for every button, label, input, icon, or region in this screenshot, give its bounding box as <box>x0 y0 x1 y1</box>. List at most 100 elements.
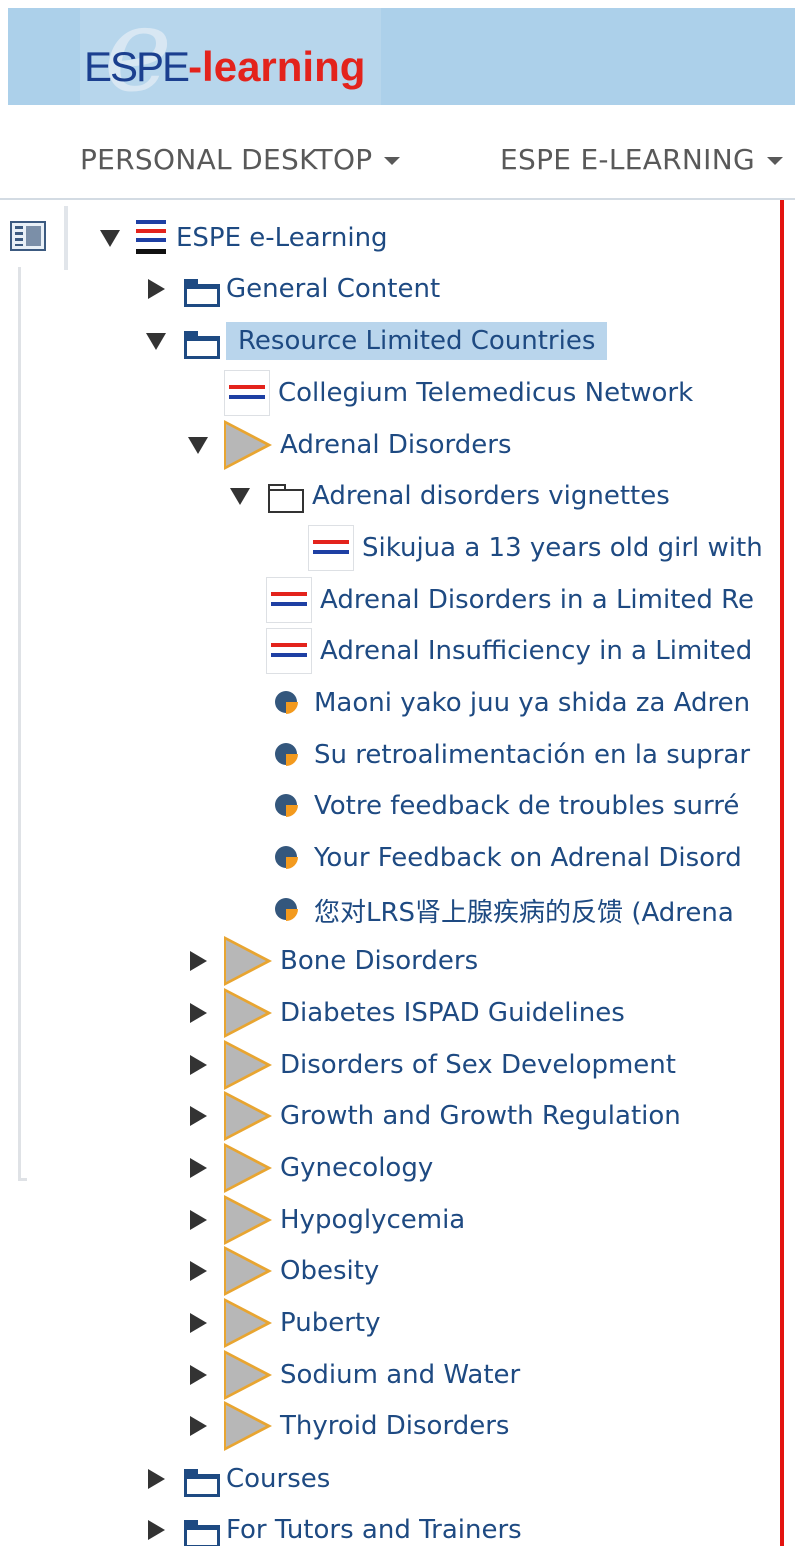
tree-node-label[interactable]: Adrenal disorders vignettes <box>312 481 670 511</box>
tree-node-label[interactable]: Bone Disorders <box>280 946 478 976</box>
tree-node-label[interactable]: Sikujua a 13 years old girl with <box>362 533 763 563</box>
tree-node-puberty[interactable]: Puberty <box>184 1297 380 1349</box>
expand-toggle-icon[interactable] <box>184 1154 212 1182</box>
header-banner: e ESPE-learning <box>8 0 795 109</box>
tree-node-adrenal-vignettes[interactable]: Adrenal disorders vignettes <box>226 470 670 522</box>
expand-toggle-icon[interactable] <box>184 1361 212 1389</box>
tree-node-label-selected[interactable]: Resource Limited Countries <box>226 322 608 360</box>
tree-node-hypoglycemia[interactable]: Hypoglycemia <box>184 1194 465 1246</box>
tree-node-label[interactable]: Votre feedback de troubles surré <box>314 791 739 821</box>
tree-node-label[interactable]: Your Feedback on Adrenal Disord <box>314 843 742 873</box>
tree-node-obesity[interactable]: Obesity <box>184 1245 379 1297</box>
category-triangle-icon <box>224 1040 272 1090</box>
collapse-toggle-icon[interactable] <box>96 224 124 252</box>
nav-personal-desktop-label: PERSONAL DESKTOP <box>80 143 373 176</box>
tree-node-label[interactable]: ESPE e-Learning <box>176 223 388 253</box>
expand-toggle-icon[interactable] <box>142 275 170 303</box>
tree-node-survey-english[interactable]: Your Feedback on Adrenal Disord <box>226 832 742 884</box>
category-triangle-icon <box>224 936 272 986</box>
tree-node-gynecology[interactable]: Gynecology <box>184 1142 433 1194</box>
logo-wordmark: ESPE-learning <box>84 42 365 92</box>
tree-node-label[interactable]: Sodium and Water <box>280 1360 520 1390</box>
category-triangle-icon <box>224 420 272 470</box>
tree-node-label[interactable]: For Tutors and Trainers <box>226 1515 522 1545</box>
category-triangle-icon <box>224 1350 272 1400</box>
tree-node-label[interactable]: Thyroid Disorders <box>280 1411 509 1441</box>
expand-toggle-icon[interactable] <box>184 1412 212 1440</box>
tree-node-label[interactable]: Adrenal Disorders in a Limited Re <box>320 585 754 615</box>
course-flag-icon <box>136 218 168 258</box>
tree-node-label[interactable]: Adrenal Insufficiency in a Limited <box>320 636 752 666</box>
folder-icon <box>182 1467 220 1497</box>
tree-node-survey-swahili[interactable]: Maoni yako juu ya shida za Adren <box>226 677 750 729</box>
collapse-toggle-icon[interactable] <box>142 327 170 355</box>
content-edge-marker <box>780 200 784 1546</box>
tree-node-label[interactable]: Courses <box>226 1464 330 1494</box>
tree-node-sex-development[interactable]: Disorders of Sex Development <box>184 1039 676 1091</box>
tree-node-label[interactable]: Su retroalimentación en la suprar <box>314 740 750 770</box>
folder-icon <box>182 329 220 359</box>
collapse-toggle-icon[interactable] <box>184 431 212 459</box>
tree-node-growth[interactable]: Growth and Growth Regulation <box>184 1090 681 1142</box>
tree-node-collegium-telemedicus[interactable]: Collegium Telemedicus Network <box>184 367 693 419</box>
survey-pie-icon <box>274 690 300 716</box>
tree-node-sikujua[interactable]: Sikujua a 13 years old girl with <box>268 522 763 574</box>
expand-toggle-icon[interactable] <box>184 1206 212 1234</box>
expand-toggle-icon[interactable] <box>184 999 212 1027</box>
logo-suffix: -learning <box>188 43 366 90</box>
tree-node-label[interactable]: General Content <box>226 274 440 304</box>
top-navigation: PERSONAL DESKTOP ESPE E-LEARNING <box>0 105 795 200</box>
nav-personal-desktop[interactable]: PERSONAL DESKTOP <box>80 143 401 176</box>
tree-node-label[interactable]: 您对LRS肾上腺疾病的反馈 (Adrena <box>314 892 734 929</box>
tree-node-survey-chinese[interactable]: 您对LRS肾上腺疾病的反馈 (Adrena <box>226 884 734 936</box>
tree-node-label[interactable]: Gynecology <box>280 1153 433 1183</box>
expand-toggle-icon[interactable] <box>184 947 212 975</box>
survey-pie-icon <box>274 742 300 768</box>
expand-toggle-icon[interactable] <box>184 1051 212 1079</box>
tree-node-label[interactable]: Disorders of Sex Development <box>280 1050 676 1080</box>
tree-node-label[interactable]: Diabetes ISPAD Guidelines <box>280 998 625 1028</box>
course-tree: ESPE e-Learning General Content Resource… <box>0 206 780 1546</box>
tree-node-label[interactable]: Obesity <box>280 1256 379 1286</box>
category-triangle-icon <box>224 988 272 1038</box>
tree-node-thyroid[interactable]: Thyroid Disorders <box>184 1400 509 1452</box>
tree-node-tutors-trainers[interactable]: For Tutors and Trainers <box>142 1504 522 1546</box>
tree-node-survey-french[interactable]: Votre feedback de troubles surré <box>226 780 739 832</box>
tree-node-general-content[interactable]: General Content <box>142 263 440 315</box>
tree-node-sodium-water[interactable]: Sodium and Water <box>184 1349 520 1401</box>
expand-toggle-icon[interactable] <box>184 1309 212 1337</box>
tree-node-label[interactable]: Maoni yako juu ya shida za Adren <box>314 688 750 718</box>
tree-node-label[interactable]: Hypoglycemia <box>280 1205 465 1235</box>
expand-toggle-icon[interactable] <box>142 1516 170 1544</box>
survey-pie-icon <box>274 845 300 871</box>
tree-node-root[interactable]: ESPE e-Learning <box>96 212 388 264</box>
tree-node-label[interactable]: Growth and Growth Regulation <box>280 1101 681 1131</box>
survey-pie-icon <box>274 897 300 923</box>
category-triangle-icon <box>224 1401 272 1451</box>
course-flag-icon <box>308 525 354 571</box>
logo-prefix: ESPE <box>84 43 190 90</box>
expand-toggle-icon[interactable] <box>142 1465 170 1493</box>
course-flag-icon <box>266 577 312 623</box>
expand-toggle-icon[interactable] <box>184 1102 212 1130</box>
tree-node-label[interactable]: Collegium Telemedicus Network <box>278 378 693 408</box>
collapse-toggle-icon[interactable] <box>226 482 254 510</box>
category-triangle-icon <box>224 1298 272 1348</box>
tree-node-adrenal-limited-resources[interactable]: Adrenal Disorders in a Limited Re <box>226 574 754 626</box>
tree-node-bone-disorders[interactable]: Bone Disorders <box>184 935 478 987</box>
tree-node-courses[interactable]: Courses <box>142 1453 330 1505</box>
tree-node-survey-spanish[interactable]: Su retroalimentación en la suprar <box>226 729 750 781</box>
espe-learning-logo[interactable]: e ESPE-learning <box>80 0 381 109</box>
tree-node-diabetes-ispad[interactable]: Diabetes ISPAD Guidelines <box>184 987 625 1039</box>
folder-icon <box>182 1518 220 1546</box>
expand-toggle-icon[interactable] <box>184 1257 212 1285</box>
nav-espe-e-learning[interactable]: ESPE E-LEARNING <box>500 143 783 176</box>
tree-node-adrenal-insufficiency[interactable]: Adrenal Insufficiency in a Limited <box>226 625 752 677</box>
tree-node-adrenal-disorders[interactable]: Adrenal Disorders <box>184 419 512 471</box>
tree-node-label[interactable]: Puberty <box>280 1308 380 1338</box>
tree-node-label[interactable]: Adrenal Disorders <box>280 430 512 460</box>
tree-node-resource-limited-countries[interactable]: Resource Limited Countries <box>142 315 608 367</box>
survey-pie-icon <box>274 793 300 819</box>
category-triangle-icon <box>224 1246 272 1296</box>
course-flag-icon <box>266 628 312 674</box>
